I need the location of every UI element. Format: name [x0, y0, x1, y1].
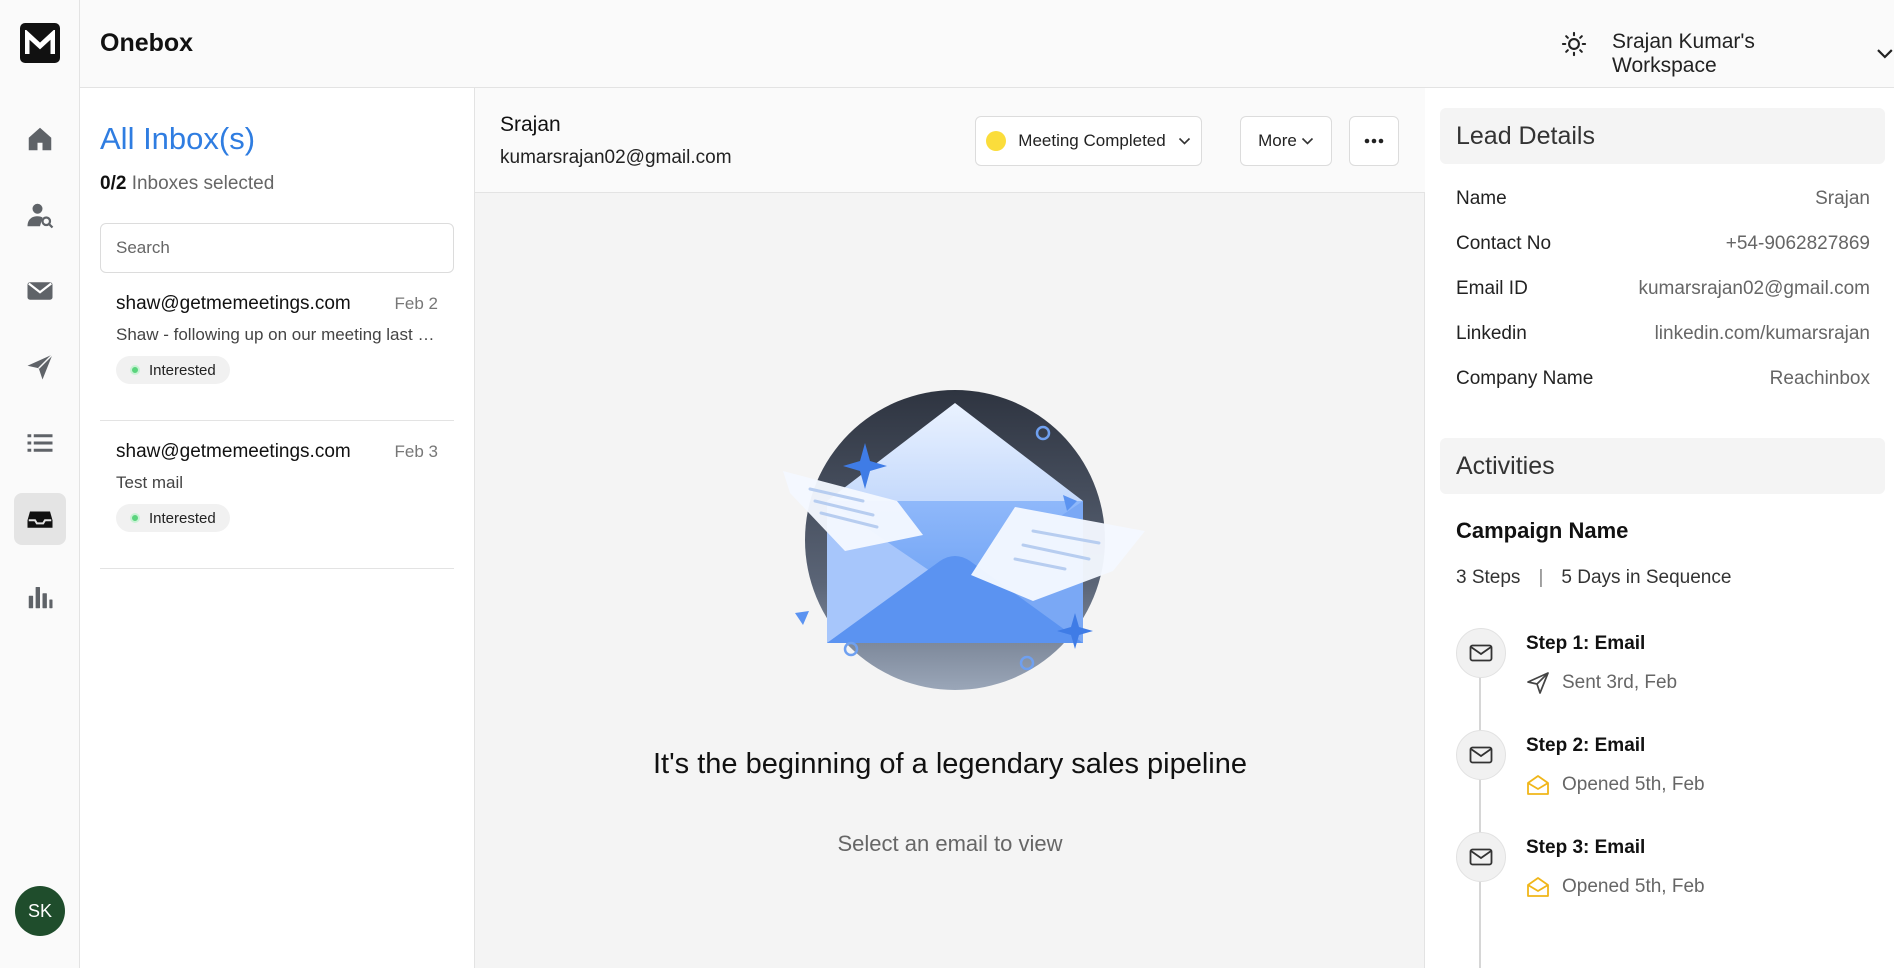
chevron-down-icon [1301, 137, 1313, 145]
page-title: Onebox [100, 29, 194, 57]
detail-key: Linkedin [1456, 323, 1527, 344]
home-icon[interactable] [14, 113, 66, 165]
detail-key: Company Name [1456, 368, 1594, 389]
step-title: Step 2: Email [1526, 735, 1646, 756]
open-mail-icon [1527, 877, 1549, 897]
lead-status-dropdown[interactable]: Meeting Completed [975, 116, 1202, 166]
status-dot-icon [130, 365, 140, 375]
mail-icon[interactable] [14, 265, 66, 317]
mail-subject: Test mail [116, 473, 184, 492]
status-badge: Interested [116, 504, 230, 532]
send-icon[interactable] [14, 341, 66, 393]
brand-logo-icon[interactable] [20, 23, 60, 63]
step-title: Step 3: Email [1526, 837, 1646, 858]
meta-divider: | [1538, 567, 1544, 588]
user-avatar[interactable]: SK [15, 886, 65, 936]
detail-value: Srajan [1815, 188, 1870, 209]
status-badge-label: Interested [149, 361, 216, 379]
thread-header: Srajan kumarsrajan02@gmail.com Meeting C… [475, 88, 1425, 193]
status-badge-label: Interested [149, 509, 216, 527]
activity-step: Step 3: Email Opened 5th, Feb [1456, 832, 1856, 922]
user-search-icon[interactable] [14, 189, 66, 241]
app-root: SK Onebox Srajan Kumar's Workspace All I… [0, 0, 1894, 968]
detail-value: Reachinbox [1769, 368, 1870, 389]
list-icon[interactable] [14, 417, 66, 469]
mail-icon [1456, 832, 1506, 882]
mail-list-item[interactable]: shaw@getmemeetings.com Feb 3 Test mail I… [100, 421, 454, 569]
send-icon [1527, 672, 1549, 694]
status-dot-icon [986, 131, 1007, 151]
inbox-selected-count: 0/2 Inboxes selected [100, 173, 274, 195]
overflow-menu-button[interactable] [1349, 116, 1399, 166]
detail-value: kumarsrajan02@gmail.com [1638, 278, 1870, 299]
campaign-name: Campaign Name [1456, 518, 1629, 543]
mail-sender: shaw@getmemeetings.com [116, 441, 351, 462]
inbox-icon[interactable] [14, 493, 66, 545]
mail-icon [1456, 628, 1506, 678]
workspace-name: Srajan Kumar's Workspace [1612, 30, 1755, 77]
step-title: Step 1: Email [1526, 633, 1646, 654]
selected-count-label: Inboxes selected [131, 173, 275, 194]
top-header: Onebox Srajan Kumar's Workspace [80, 0, 1894, 88]
detail-key: Email ID [1456, 278, 1528, 299]
inbox-list-panel: All Inbox(s) 0/2 Inboxes selected shaw@g… [80, 88, 475, 968]
detail-row-email: Email ID kumarsrajan02@gmail.com [1456, 278, 1870, 300]
campaign-sequence: 5 Days in Sequence [1561, 567, 1732, 588]
step-status-label: Opened 5th, Feb [1562, 876, 1705, 897]
mail-icon [1456, 730, 1506, 780]
mail-sender: shaw@getmemeetings.com [116, 293, 351, 314]
bar-chart-icon[interactable] [14, 571, 66, 623]
selected-count-value: 0/2 [100, 173, 127, 194]
campaign-steps-count: 3 Steps [1456, 567, 1521, 588]
mail-subject: Shaw - following up on our meeting last … [116, 325, 440, 344]
open-mail-icon [1527, 775, 1549, 795]
theme-toggle-sun-icon[interactable] [1560, 30, 1588, 58]
campaign-meta: 3 Steps | 5 Days in Sequence [1456, 567, 1731, 589]
status-dot-icon [130, 513, 140, 523]
mail-list-item[interactable]: shaw@getmemeetings.com Feb 2 Shaw - foll… [100, 273, 454, 421]
inbox-title[interactable]: All Inbox(s) [100, 121, 255, 157]
detail-row-contact: Contact No +54-9062827869 [1456, 233, 1870, 255]
empty-inbox-illustration [783, 390, 1145, 690]
activity-step: Step 2: Email Opened 5th, Feb [1456, 730, 1856, 820]
search-input[interactable] [100, 223, 454, 273]
left-nav-rail: SK [0, 0, 80, 968]
detail-row-name: Name Srajan [1456, 188, 1870, 210]
more-horizontal-icon [1364, 138, 1384, 144]
chevron-down-icon [1178, 137, 1190, 145]
step-status: Sent 3rd, Feb [1526, 671, 1677, 695]
empty-state-title: It's the beginning of a legendary sales … [652, 748, 1247, 780]
detail-value: linkedin.com/kumarsrajan [1654, 323, 1870, 344]
more-dropdown-button[interactable]: More [1240, 116, 1332, 166]
lead-details-panel: Lead Details Name Srajan Contact No +54-… [1425, 88, 1894, 968]
detail-key: Name [1456, 188, 1507, 209]
thread-panel: Srajan kumarsrajan02@gmail.com Meeting C… [475, 88, 1425, 968]
mail-date: Feb 2 [394, 294, 438, 313]
lead-details-heading: Lead Details [1440, 108, 1885, 164]
step-status-label: Opened 5th, Feb [1562, 774, 1705, 795]
step-status: Opened 5th, Feb [1526, 875, 1705, 899]
detail-value: +54-9062827869 [1725, 233, 1870, 254]
empty-state-subtitle: Select an email to view [837, 831, 1063, 856]
step-status: Opened 5th, Feb [1526, 773, 1705, 797]
chevron-down-icon [1877, 49, 1893, 59]
lead-name: Srajan [500, 113, 561, 136]
activity-step: Step 1: Email Sent 3rd, Feb [1456, 628, 1856, 718]
more-label: More [1258, 131, 1297, 150]
mail-date: Feb 3 [394, 442, 438, 461]
workspace-selector[interactable]: Srajan Kumar's Workspace [1612, 30, 1894, 78]
detail-row-linkedin: Linkedin linkedin.com/kumarsrajan [1456, 323, 1870, 345]
detail-row-company: Company Name Reachinbox [1456, 368, 1870, 390]
lead-email: kumarsrajan02@gmail.com [500, 147, 732, 168]
detail-key: Contact No [1456, 233, 1552, 254]
step-status-label: Sent 3rd, Feb [1562, 672, 1678, 693]
activities-heading: Activities [1440, 438, 1885, 494]
status-badge: Interested [116, 356, 230, 384]
lead-status-label: Meeting Completed [1018, 131, 1166, 150]
